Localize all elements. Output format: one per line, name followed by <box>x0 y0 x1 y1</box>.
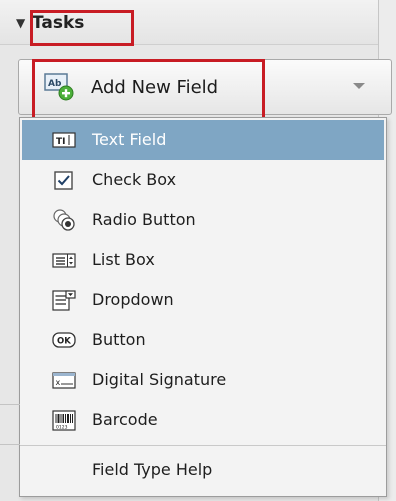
svg-text:OK: OK <box>57 337 71 347</box>
menu-item-label: Text Field <box>92 130 167 149</box>
menu-item-label: Field Type Help <box>92 460 213 479</box>
menu-item-button[interactable]: OK Button <box>22 320 384 360</box>
dropdown-icon <box>52 290 76 311</box>
menu-item-text-field[interactable]: TI Text Field <box>22 120 384 160</box>
menu-item-label: Digital Signature <box>92 370 227 389</box>
add-new-field-label: Add New Field <box>91 77 219 98</box>
svg-text:x: x <box>56 378 61 387</box>
digital-signature-icon: x <box>52 372 76 389</box>
menu-item-label: Button <box>92 330 146 349</box>
list-box-icon <box>52 253 76 268</box>
add-field-menu: TI Text Field Check Box Radio Button Lis… <box>19 117 387 497</box>
menu-item-dropdown[interactable]: Dropdown <box>22 280 384 320</box>
tasks-title: Tasks <box>32 13 85 33</box>
button-icon: OK <box>52 332 76 348</box>
svg-text:TI: TI <box>56 137 66 147</box>
menu-item-label: Check Box <box>92 170 177 189</box>
barcode-icon: 0123 <box>52 410 76 431</box>
collapse-triangle-icon[interactable]: ▼ <box>16 16 25 30</box>
menu-item-radio-button[interactable]: Radio Button <box>22 200 384 240</box>
text-field-icon: TI <box>52 132 76 148</box>
menu-item-label: Dropdown <box>92 290 174 309</box>
menu-item-label: Radio Button <box>92 210 196 229</box>
menu-item-list-box[interactable]: List Box <box>22 240 384 280</box>
tasks-panel-header[interactable]: ▼ Tasks <box>0 0 378 45</box>
add-field-icon: Ab <box>44 73 74 101</box>
panel-edge-line <box>0 404 20 405</box>
menu-item-field-type-help[interactable]: Field Type Help <box>22 450 384 490</box>
menu-item-check-box[interactable]: Check Box <box>22 160 384 200</box>
panel-edge-line <box>0 444 20 445</box>
menu-item-barcode[interactable]: 0123 Barcode <box>22 400 384 440</box>
radio-button-icon <box>53 209 75 231</box>
menu-item-label: List Box <box>92 250 155 269</box>
chevron-down-icon[interactable] <box>353 83 365 89</box>
add-new-field-button[interactable]: Ab Add New Field <box>18 59 392 115</box>
svg-text:Ab: Ab <box>48 79 62 89</box>
checkbox-icon <box>54 171 73 190</box>
menu-item-digital-signature[interactable]: x Digital Signature <box>22 360 384 400</box>
menu-item-label: Barcode <box>92 410 158 429</box>
menu-separator <box>20 445 386 446</box>
svg-text:0123: 0123 <box>56 425 68 431</box>
